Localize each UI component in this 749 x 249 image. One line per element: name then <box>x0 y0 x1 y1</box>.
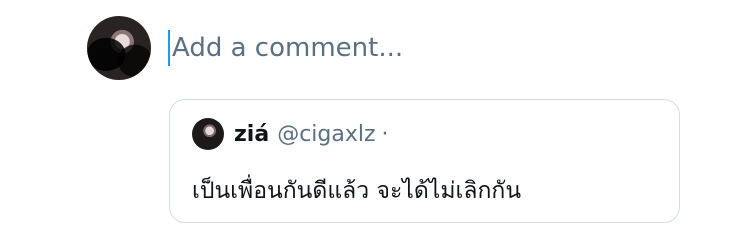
quoted-tweet-text: เป็นเพื่อนกันดีแล้ว จะได้ไม่เลิกกัน <box>192 178 522 204</box>
quoted-author-handle[interactable]: @cigaxlz <box>277 122 375 147</box>
quoted-tweet-header: ziá @cigaxlz · <box>192 118 389 150</box>
text-caret <box>168 30 170 66</box>
comment-input[interactable] <box>172 33 592 63</box>
avatar-photo <box>87 16 151 80</box>
comment-composer[interactable] <box>168 28 592 68</box>
quoted-author-avatar[interactable] <box>192 118 224 150</box>
header-separator: · <box>381 121 389 147</box>
quoted-tweet-card[interactable]: ziá @cigaxlz · เป็นเพื่อนกันดีแล้ว จะได้… <box>169 99 680 223</box>
user-avatar[interactable] <box>87 16 151 80</box>
quoted-author-name[interactable]: ziá <box>234 122 269 147</box>
